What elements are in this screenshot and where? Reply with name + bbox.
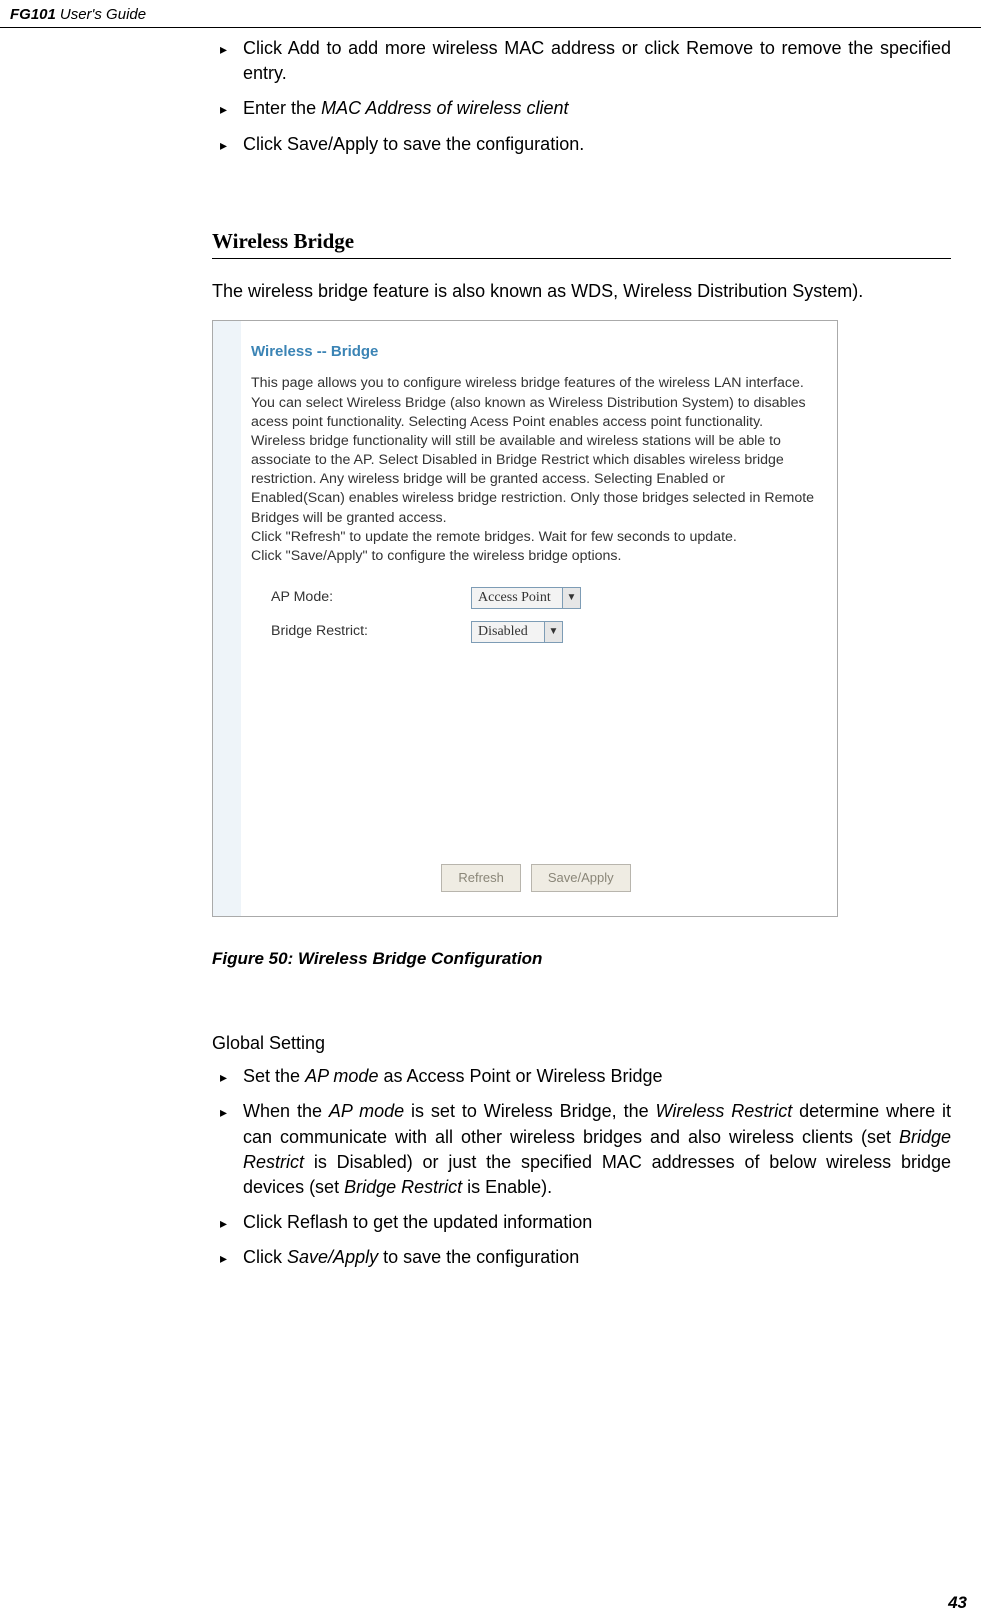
chevron-down-icon: ▼ — [562, 588, 580, 608]
list-item: Click Save/Apply to save the configurati… — [212, 132, 951, 157]
ap-mode-value: Access Point — [472, 588, 562, 608]
panel-description: This page allows you to configure wirele… — [251, 374, 821, 566]
top-bullet-list: Click Add to add more wireless MAC addre… — [212, 36, 951, 157]
panel-title: Wireless -- Bridge — [251, 341, 821, 362]
ap-mode-row: AP Mode: Access Point ▼ — [271, 584, 821, 612]
figure-caption: Figure 50: Wireless Bridge Configuration — [212, 947, 951, 971]
global-setting-label: Global Setting — [212, 1031, 951, 1056]
bottom-bullet-list: Set the AP mode as Access Point or Wirel… — [212, 1064, 951, 1270]
bullet-text: Click Save/Apply to save the configurati… — [243, 132, 951, 157]
bullet-text: Enter the MAC Address of wireless client — [243, 96, 951, 121]
screenshot-panel: Wireless -- Bridge This page allows you … — [241, 321, 837, 916]
bridge-restrict-select[interactable]: Disabled ▼ — [471, 621, 563, 643]
bullet-text: Click Save/Apply to save the configurati… — [243, 1245, 951, 1270]
bridge-restrict-label: Bridge Restrict: — [271, 622, 471, 642]
header-guide: User's Guide — [60, 4, 146, 25]
save-apply-button[interactable]: Save/Apply — [531, 864, 631, 892]
screenshot-leftbar — [213, 321, 241, 916]
bridge-restrict-value: Disabled — [472, 622, 544, 642]
page-number: 43 — [948, 1591, 967, 1614]
intro-paragraph: The wireless bridge feature is also know… — [212, 279, 951, 304]
bullet-text: Set the AP mode as Access Point or Wirel… — [243, 1064, 951, 1089]
screenshot-wrapper: Wireless -- Bridge This page allows you … — [212, 320, 951, 917]
ap-mode-label: AP Mode: — [271, 588, 471, 608]
panel-filler — [251, 650, 821, 860]
list-item: Set the AP mode as Access Point or Wirel… — [212, 1064, 951, 1089]
button-row: Refresh Save/Apply — [251, 864, 821, 892]
list-item: Click Add to add more wireless MAC addre… — [212, 36, 951, 86]
refresh-button[interactable]: Refresh — [441, 864, 521, 892]
section-title-wireless-bridge: Wireless Bridge — [212, 227, 951, 259]
bullet-text: Click Reflash to get the updated informa… — [243, 1210, 951, 1235]
page-header: FG101 User's Guide — [0, 0, 981, 28]
list-item: Click Save/Apply to save the configurati… — [212, 1245, 951, 1270]
bullet-text: Click Add to add more wireless MAC addre… — [243, 36, 951, 86]
header-model: FG101 — [10, 4, 56, 25]
ap-mode-select[interactable]: Access Point ▼ — [471, 587, 581, 609]
bullet-text: When the AP mode is set to Wireless Brid… — [243, 1099, 951, 1200]
wireless-bridge-screenshot: Wireless -- Bridge This page allows you … — [212, 320, 838, 917]
list-item: Enter the MAC Address of wireless client — [212, 96, 951, 121]
bridge-restrict-row: Bridge Restrict: Disabled ▼ — [271, 618, 821, 646]
list-item: When the AP mode is set to Wireless Brid… — [212, 1099, 951, 1200]
chevron-down-icon: ▼ — [544, 622, 562, 642]
list-item: Click Reflash to get the updated informa… — [212, 1210, 951, 1235]
